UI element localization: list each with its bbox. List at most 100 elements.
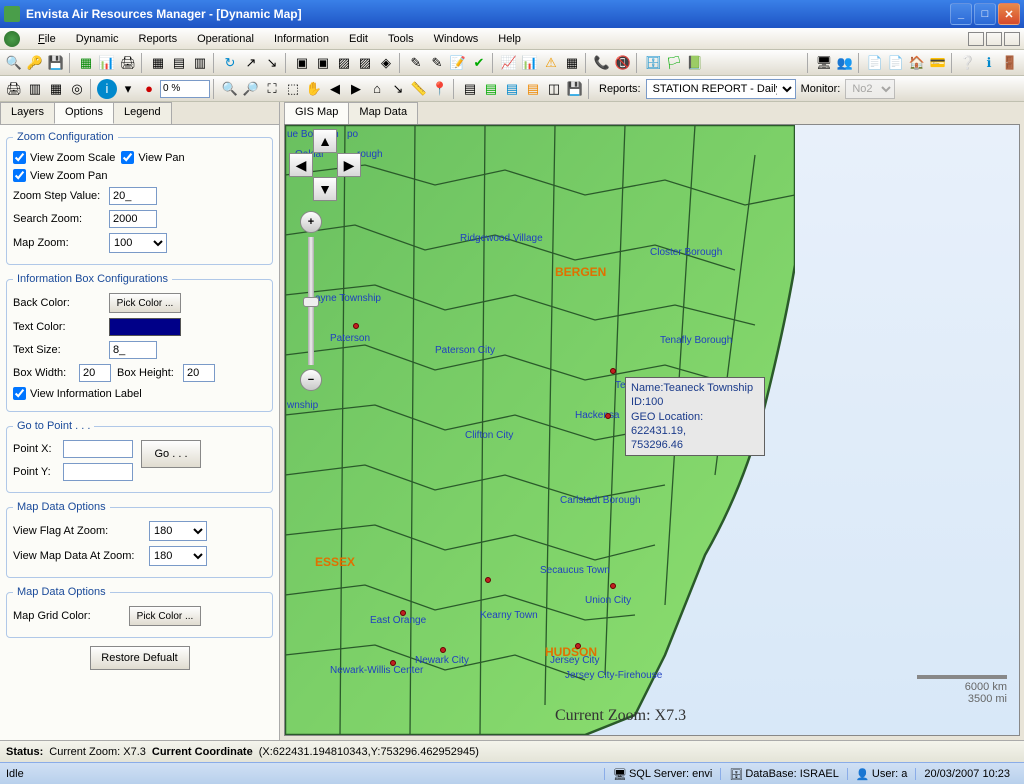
text-color-swatch[interactable]	[109, 318, 181, 336]
station-dot[interactable]	[353, 323, 359, 329]
server-icon[interactable]: 🖥	[814, 53, 834, 73]
station-dot[interactable]	[390, 660, 396, 666]
view-info-label-checkbox[interactable]	[13, 387, 26, 400]
note-icon[interactable]: 📝	[448, 53, 468, 73]
view-pan-checkbox[interactable]	[121, 151, 134, 164]
form-icon[interactable]: ▥	[190, 53, 210, 73]
maximize-button[interactable]: □	[974, 3, 996, 25]
home2-icon[interactable]: ⌂	[367, 79, 387, 99]
layer-b-icon[interactable]: ▤	[502, 79, 522, 99]
zoomr-icon[interactable]: ⬚	[283, 79, 303, 99]
menu-information[interactable]: Information	[264, 31, 339, 47]
tab-options[interactable]: Options	[54, 102, 114, 124]
arrow-icon[interactable]: ↘	[388, 79, 408, 99]
refresh-icon[interactable]: ↻	[220, 53, 240, 73]
tool3-icon[interactable]: ▨	[334, 53, 354, 73]
pan-down-button[interactable]: ▼	[313, 177, 337, 201]
print2-icon[interactable]: 🖨	[4, 79, 24, 99]
flag-icon[interactable]: 🏳	[664, 53, 684, 73]
mdi-minimize-button[interactable]	[968, 32, 984, 46]
pan-icon[interactable]: ✋	[304, 79, 324, 99]
phonex-icon[interactable]: 📵	[613, 53, 633, 73]
reports-select[interactable]: STATION REPORT - Daily	[646, 79, 796, 99]
menu-operational[interactable]: Operational	[187, 31, 264, 47]
station-dot[interactable]	[605, 413, 611, 419]
pencil-icon[interactable]: ✎	[406, 53, 426, 73]
chart-icon[interactable]: 📊	[97, 53, 117, 73]
tool5-icon[interactable]: ◈	[376, 53, 396, 73]
menu-help[interactable]: Help	[488, 31, 531, 47]
bar-icon[interactable]: 📊	[520, 53, 540, 73]
view-zoom-pan-checkbox[interactable]	[13, 169, 26, 182]
back-color-button[interactable]: Pick Color ...	[109, 293, 181, 313]
go-button[interactable]: Go . . .	[141, 440, 201, 468]
zoom-track[interactable]	[308, 237, 314, 365]
tool-icon[interactable]: ▣	[292, 53, 312, 73]
table-icon[interactable]: ▤	[169, 53, 189, 73]
point-x-input[interactable]	[63, 440, 133, 458]
tab-map-data[interactable]: Map Data	[348, 102, 418, 124]
nav-r-icon[interactable]: ▶	[346, 79, 366, 99]
zoom-out-button[interactable]: −	[300, 369, 322, 391]
layer-o-icon[interactable]: ▤	[523, 79, 543, 99]
excel-icon[interactable]: ▦	[76, 53, 96, 73]
minimize-button[interactable]: _	[950, 3, 972, 25]
copy2-icon[interactable]: ▥	[25, 79, 45, 99]
tool2-icon[interactable]: ▣	[313, 53, 333, 73]
help-icon[interactable]: ❔	[958, 53, 978, 73]
search-zoom-input[interactable]	[109, 210, 157, 228]
menu-dynamic[interactable]: Dynamic	[66, 31, 129, 47]
view-zoom-scale-checkbox[interactable]	[13, 151, 26, 164]
book-icon[interactable]: 📗	[685, 53, 705, 73]
map-canvas[interactable]: BERGEN ESSEX HUDSON Ridgewood Village Cl…	[284, 124, 1020, 736]
station-dot[interactable]	[400, 610, 406, 616]
import-icon[interactable]: ↘	[262, 53, 282, 73]
zoom-pct-input[interactable]	[160, 80, 210, 98]
tab-gis-map[interactable]: GIS Map	[284, 102, 349, 124]
circle-icon[interactable]: ●	[139, 79, 159, 99]
exit-icon[interactable]: 🚪	[1000, 53, 1020, 73]
warn-icon[interactable]: ⚠	[541, 53, 561, 73]
target-icon[interactable]: ◎	[67, 79, 87, 99]
tab-layers[interactable]: Layers	[0, 102, 55, 124]
layer-g-icon[interactable]: ▤	[481, 79, 501, 99]
pan-up-button[interactable]: ▲	[313, 129, 337, 153]
station-dot[interactable]	[610, 368, 616, 374]
restore-default-button[interactable]: Restore Defualt	[90, 646, 190, 670]
page2-icon[interactable]: 📄	[886, 53, 906, 73]
chart2-icon[interactable]: 📈	[499, 53, 519, 73]
station-dot[interactable]	[485, 577, 491, 583]
menu-windows[interactable]: Windows	[424, 31, 489, 47]
grid-icon[interactable]: ▦	[148, 53, 168, 73]
pan-left-button[interactable]: ◀	[289, 153, 313, 177]
menu-tools[interactable]: Tools	[378, 31, 424, 47]
info-icon[interactable]: ℹ	[979, 53, 999, 73]
mdi-restore-button[interactable]	[986, 32, 1002, 46]
flag-zoom-select[interactable]: 180	[149, 521, 207, 541]
eraser-icon[interactable]: ◫	[544, 79, 564, 99]
point-y-input[interactable]	[63, 463, 133, 481]
zoomout-icon[interactable]: 🔎	[241, 79, 261, 99]
menu-edit[interactable]: Edit	[339, 31, 378, 47]
box-height-input[interactable]	[183, 364, 215, 382]
phone-icon[interactable]: 📞	[592, 53, 612, 73]
people-icon[interactable]: 👥	[835, 53, 855, 73]
info2-icon[interactable]: i	[97, 79, 117, 99]
pan-right-button[interactable]: ▶	[337, 153, 361, 177]
tool4-icon[interactable]: ▨	[355, 53, 375, 73]
pin-icon[interactable]: 📍	[430, 79, 450, 99]
zoom-in-button[interactable]: +	[300, 211, 322, 233]
mdi-close-button[interactable]	[1004, 32, 1020, 46]
check-icon[interactable]: ✔	[469, 53, 489, 73]
map-zoom-select[interactable]: 100	[109, 233, 167, 253]
monitor-select[interactable]: No2	[845, 79, 895, 99]
zoomin-icon[interactable]: 🔍	[220, 79, 240, 99]
grid-color-button[interactable]: Pick Color ...	[129, 606, 201, 626]
menu-file[interactable]: File	[28, 31, 66, 47]
grid2-icon[interactable]: ▦	[562, 53, 582, 73]
menu-reports[interactable]: Reports	[129, 31, 188, 47]
search-icon[interactable]: 🔍	[4, 53, 24, 73]
zoom-thumb[interactable]	[303, 297, 319, 307]
export-icon[interactable]: ↗	[241, 53, 261, 73]
down-icon[interactable]: ▾	[118, 79, 138, 99]
